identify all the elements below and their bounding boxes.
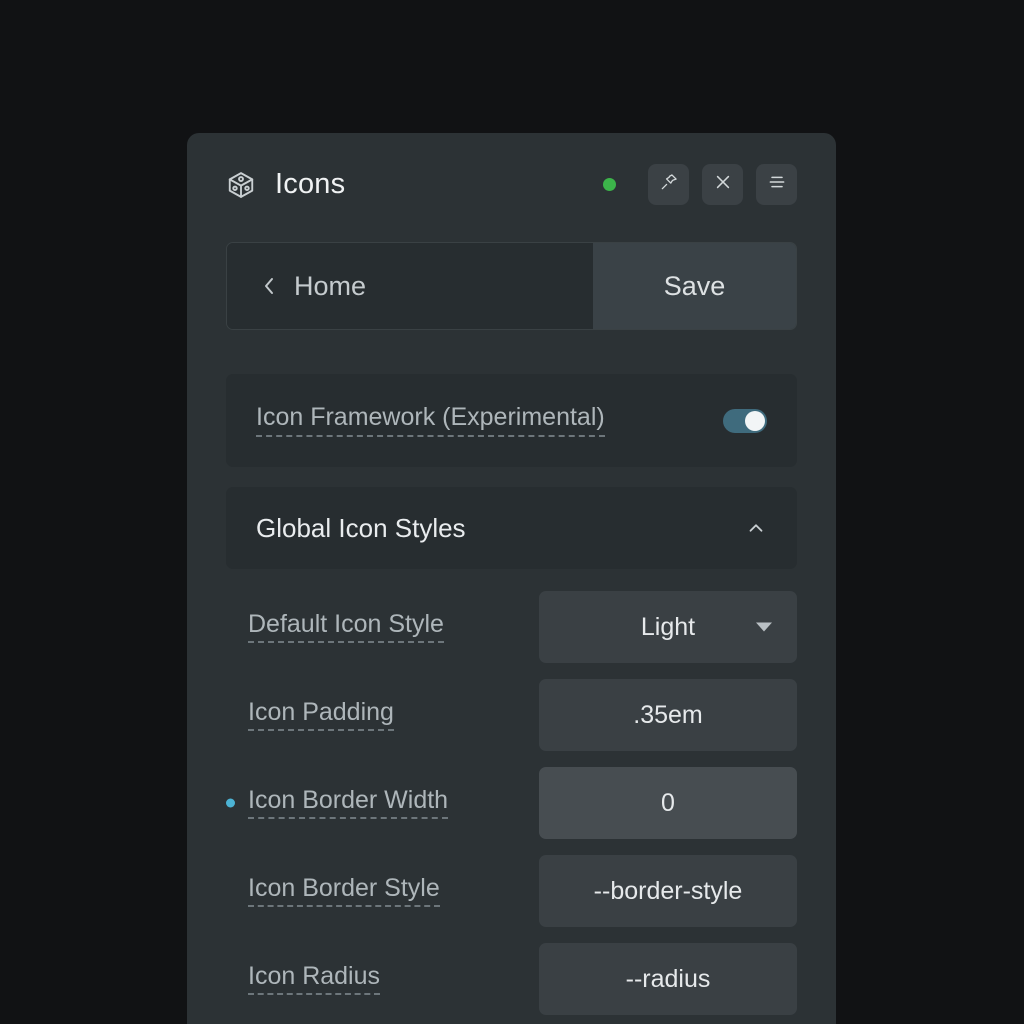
setting-label: Icon Border Width [248,787,449,820]
save-button[interactable]: Save [593,243,796,329]
setting-label: Icon Radius [248,963,381,996]
cube-icon [226,170,256,200]
icon-border-width-input[interactable]: 0 [539,767,797,839]
icon-framework-label: Icon Framework (Experimental) [256,404,605,437]
pin-button[interactable] [648,164,689,205]
field-value: --radius [625,964,711,993]
setting-row-icon-radius: Icon Radius --radius [226,935,797,1023]
field-value: 0 [661,788,675,817]
setting-row-icon-padding: Icon Padding .35em [226,671,797,759]
setting-row-icon-border-style: Icon Border Style --border-style [226,847,797,935]
setting-label: Icon Padding [248,699,394,732]
page-title: Icons [275,168,346,200]
section-title: Global Icon Styles [256,512,466,543]
field-value: .35em [633,700,703,729]
icons-settings-panel: Icons Home Save Icon Framework (Experime… [187,133,836,1024]
menu-button[interactable] [756,164,797,205]
back-to-home-button[interactable]: Home [227,243,593,329]
modified-marker-dot [226,798,235,808]
close-x-icon [713,172,733,197]
chevron-up-icon[interactable] [745,517,767,539]
chevron-down-icon [756,622,772,632]
hamburger-menu-icon [767,172,787,197]
setting-label: Default Icon Style [248,611,444,644]
home-label: Home [294,270,367,301]
navigation-bar: Home Save [226,242,797,330]
setting-row-icon-border-width: Icon Border Width 0 [226,759,797,847]
field-value: Light [640,612,696,641]
icon-framework-toggle-row: Icon Framework (Experimental) [226,374,797,467]
global-icon-styles-section-header[interactable]: Global Icon Styles [226,487,797,569]
icon-radius-input[interactable]: --radius [539,943,797,1015]
close-button[interactable] [702,164,743,205]
pin-icon [659,172,679,197]
field-value: --border-style [593,876,743,905]
setting-label: Icon Border Style [248,875,440,908]
save-label: Save [663,270,726,301]
status-dot [603,178,616,191]
default-icon-style-dropdown[interactable]: Light [539,591,797,663]
setting-row-default-icon-style: Default Icon Style Light [226,583,797,671]
icon-framework-switch[interactable] [723,408,767,433]
screen: Icons Home Save Icon Framework (Experime… [0,0,1024,1024]
panel-header: Icons [226,133,797,236]
icon-border-style-input[interactable]: --border-style [539,855,797,927]
icon-padding-input[interactable]: .35em [539,679,797,751]
chevron-left-icon [261,274,277,298]
settings-rows: Default Icon Style Light Icon Padding .3… [226,583,797,1023]
switch-knob [745,410,765,431]
